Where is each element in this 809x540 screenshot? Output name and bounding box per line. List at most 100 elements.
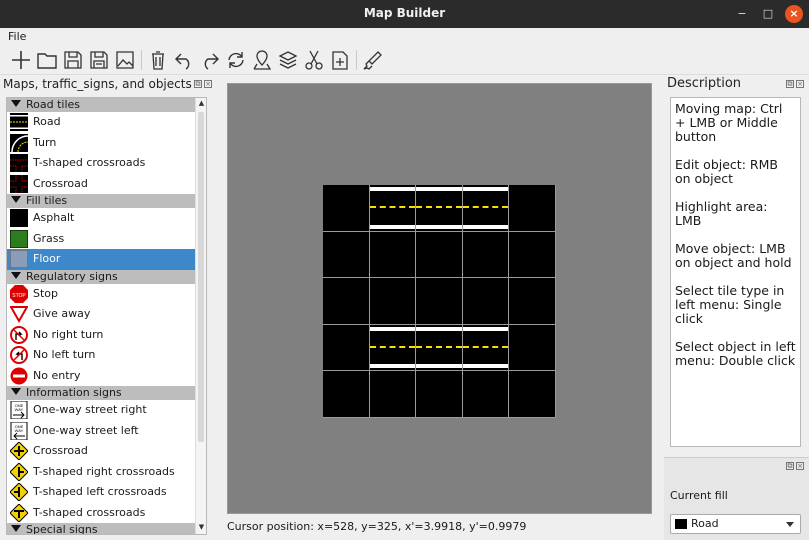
tree-category[interactable]: Road tiles [7,98,196,112]
road-tile[interactable] [462,185,510,232]
asphalt-tile[interactable] [369,278,417,325]
collapse-triangle-icon[interactable] [11,196,21,203]
cut-icon[interactable] [302,48,326,72]
tree-category[interactable]: Fill tiles [7,194,196,208]
save-icon[interactable] [61,48,85,72]
road-tile[interactable] [416,185,463,232]
asphalt-tile[interactable] [509,278,556,325]
tree-item[interactable]: ONE WAY One-way street right [7,400,196,421]
asphalt-tile[interactable] [323,278,370,325]
map-view[interactable] [227,83,652,514]
tree-item[interactable]: T-shaped right crossroads [7,461,196,483]
collapse-triangle-icon[interactable] [11,100,21,107]
asphalt-tile[interactable] [462,231,510,279]
minimize-button[interactable]: − [733,5,751,23]
tree-item[interactable]: STOP Stop [7,284,196,305]
tree-item[interactable]: No right turn [7,325,196,346]
tree-item[interactable]: Road [7,112,196,133]
marker-icon[interactable] [250,48,274,72]
t-right-sign-icon [9,461,29,482]
tree-item[interactable]: Floor [7,249,196,270]
description-dock-buttons[interactable]: ⧉ × [784,79,804,88]
tree-item[interactable]: T-shaped crossroads [7,502,196,524]
tree-item[interactable]: No entry [7,366,196,387]
new-icon[interactable] [9,48,33,72]
tree-item[interactable]: T-shaped crossroads [7,153,196,174]
undo-icon[interactable] [172,48,196,72]
asphalt-tile[interactable] [323,371,370,418]
collapse-triangle-icon[interactable] [11,388,21,395]
menu-bar: File [0,28,809,45]
left-panel-title: Maps, traffic_signs, and objects [3,77,192,91]
one-way-left-sign-icon: ONE WAY [10,421,28,440]
tree-item[interactable]: Grass [7,229,196,250]
delete-icon[interactable] [146,48,170,72]
grass-tile-icon [9,229,29,248]
current-fill-label: Current fill [670,489,728,502]
asphalt-tile[interactable] [462,278,510,325]
asphalt-tile[interactable] [509,231,556,279]
asphalt-tile[interactable] [369,231,417,279]
collapse-triangle-icon[interactable] [11,271,21,279]
close-button[interactable]: × [785,5,803,23]
scroll-up-icon[interactable]: ▲ [197,99,206,109]
asphalt-tile[interactable] [323,231,370,279]
chevron-down-icon [786,522,794,527]
description-line: Move object: LMB on object and hold [675,241,792,270]
current-fill-select[interactable]: Road [670,514,801,534]
tree-category[interactable]: Special signs [7,523,196,534]
fill-dock-buttons[interactable]: ⧉ × [784,461,804,470]
tree-item[interactable]: Crossroad [7,174,196,195]
scroll-down-icon[interactable]: ▼ [197,523,206,533]
tree-item[interactable]: T-shaped left crossroads [7,482,196,503]
tree-item[interactable]: Turn [7,133,196,154]
road-tile[interactable] [416,324,463,372]
tree-item[interactable]: Crossroad [7,441,196,462]
export-image-icon[interactable] [113,48,137,72]
brush-icon[interactable] [360,48,384,72]
tree-item-label: Road [33,115,61,128]
insert-icon[interactable] [328,48,352,72]
asphalt-tile[interactable] [509,324,556,372]
object-tree: Road tiles Road Turn T-shaped crossroads Cro… [6,97,207,535]
tree-item[interactable]: No left turn [7,345,196,366]
road-tile[interactable] [462,324,510,372]
tree-item-label: Crossroad [33,176,88,190]
tree-item[interactable]: Give away [7,304,196,325]
maximize-button[interactable]: □ [759,5,777,23]
asphalt-tile[interactable] [462,371,510,418]
tree-category[interactable]: Regulatory signs [7,269,196,284]
road-tile[interactable] [369,185,417,232]
road-tile[interactable] [369,324,417,372]
t-crossroads-tile-icon [10,154,28,172]
tree-item-label: No right turn [33,327,104,341]
tree-scrollbar[interactable]: ▲ ▼ [195,98,206,534]
asphalt-tile[interactable] [509,185,556,232]
asphalt-tile[interactable] [416,231,463,279]
asphalt-tile[interactable] [416,278,463,325]
layers-icon[interactable] [276,48,300,72]
asphalt-tile[interactable] [369,371,417,418]
crossroad-sign-icon [9,441,29,461]
scroll-thumb[interactable] [198,112,204,442]
asphalt-tile[interactable] [509,371,556,418]
tree-item[interactable]: ONE WAY One-way street left [7,421,196,442]
map-grid[interactable] [323,185,556,418]
asphalt-tile[interactable] [416,371,463,418]
menu-file[interactable]: File [8,30,26,43]
tree-category[interactable]: Information signs [7,386,196,400]
tree-item-label: Asphalt [33,211,75,224]
tree-item-label: Crossroad [33,444,88,457]
open-icon[interactable] [35,48,59,72]
save-as-icon[interactable] [87,48,111,72]
redo-icon[interactable] [198,48,222,72]
tree-category-label: Information signs [26,386,122,399]
asphalt-tile[interactable] [323,185,370,232]
crossroad-tile-icon [10,174,28,193]
rotate-icon[interactable] [224,48,248,72]
left-panel-dock-buttons[interactable]: ⧉ × [192,79,212,88]
asphalt-tile[interactable] [323,324,370,372]
tree-item[interactable]: Asphalt [7,208,196,229]
collapse-triangle-icon[interactable] [11,525,21,532]
tree-item-label: No entry [33,368,81,382]
